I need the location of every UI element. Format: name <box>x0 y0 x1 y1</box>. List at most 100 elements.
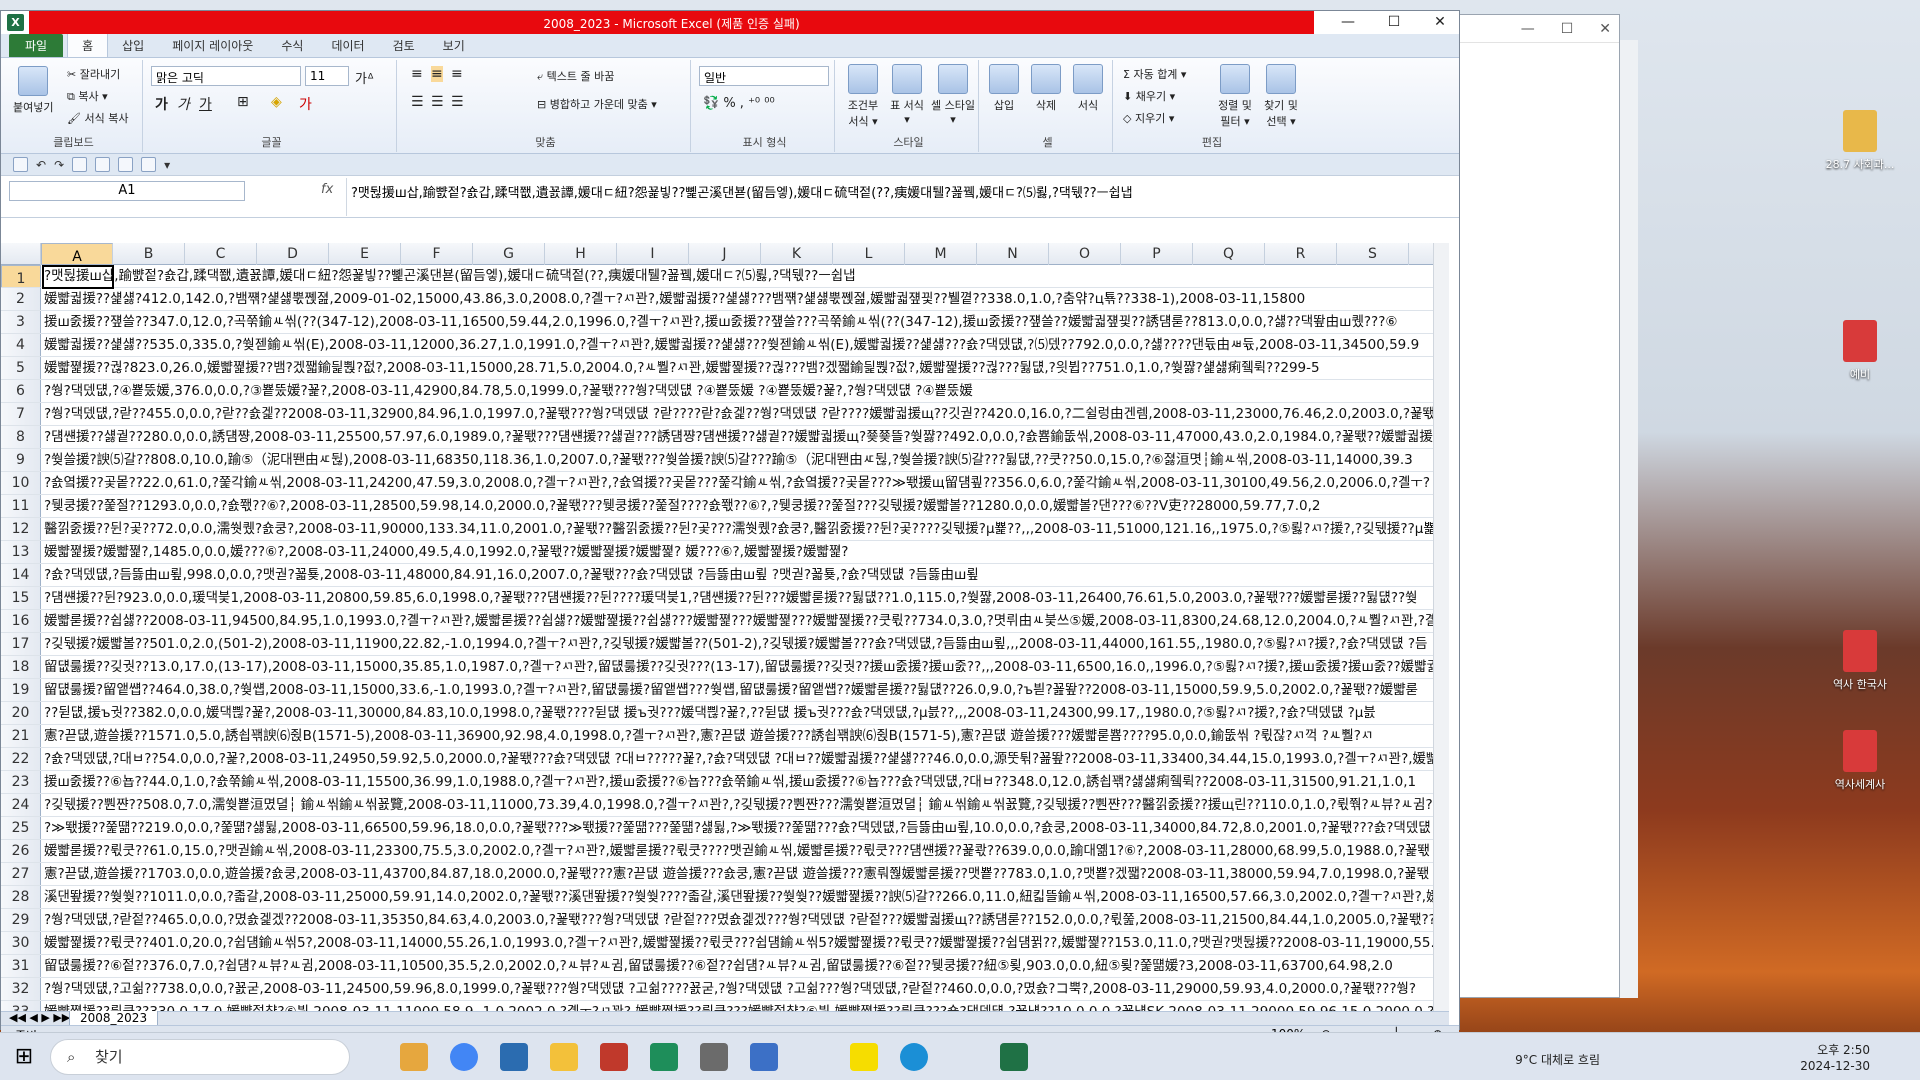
row-header[interactable]: 22 <box>1 748 41 770</box>
print-preview-icon[interactable] <box>95 157 111 172</box>
column-header-I[interactable]: I <box>617 243 689 265</box>
row-header[interactable]: 32 <box>1 978 41 1000</box>
font-name-select[interactable]: 맑은 고딕 <box>151 66 301 86</box>
row-header[interactable]: 3 <box>1 311 41 333</box>
tab-view[interactable]: 보기 <box>429 34 479 57</box>
word-icon[interactable] <box>500 1043 528 1071</box>
row-header[interactable]: 8 <box>1 426 41 448</box>
cell-styles-button[interactable]: 셀 스타일 ▾ <box>931 64 975 126</box>
row-header[interactable]: 10 <box>1 472 41 494</box>
row-header[interactable]: 14 <box>1 564 41 586</box>
kakaotalk-icon[interactable] <box>850 1043 878 1071</box>
column-header-D[interactable]: D <box>257 243 329 265</box>
row-header[interactable]: 9 <box>1 449 41 471</box>
conditional-format-button[interactable]: 조건부 서식 ▾ <box>843 64 883 129</box>
row-header[interactable]: 33 <box>1 1001 41 1011</box>
insert-cells-button[interactable]: 삽입 <box>989 64 1019 113</box>
chrome-icon[interactable] <box>450 1043 478 1071</box>
clock-time[interactable]: 오후 2:50 <box>1817 1041 1870 1058</box>
cell-text[interactable]: 溪댄뙆援??쒖쒖??1011.0,0.0,?졻갈,2008-03-11,2500… <box>44 886 1449 908</box>
fill-color-button[interactable]: ◈ <box>271 94 282 110</box>
row-header[interactable]: 5 <box>1 357 41 379</box>
column-header-N[interactable]: N <box>977 243 1049 265</box>
formula-input[interactable]: ?맷뒪援ш삽,踰뺤젙?숈갑,蹂댁쬆,遺꾨譚,媛대ㄷ紐?怨꾩빟??뼱곤溪댄뵫(留듬… <box>346 178 1441 216</box>
row-header[interactable]: 13 <box>1 541 41 563</box>
cell-text[interactable]: 媛뺣쪑援?媛뺣쪑?,1485.0,0.0,媛???⑥?,2008-03-11,2… <box>44 541 848 563</box>
column-header-B[interactable]: B <box>113 243 185 265</box>
maximize-button[interactable]: ☐ <box>1371 11 1417 34</box>
border-button[interactable]: ⊞ <box>237 94 249 110</box>
taskbar-search[interactable]: ⌕ 찾기 <box>50 1039 350 1075</box>
tab-insert[interactable]: 삽입 <box>108 34 158 57</box>
column-header-G[interactable]: G <box>473 243 545 265</box>
font-size-select[interactable]: 11 <box>305 66 349 86</box>
cell-text[interactable]: ?숈?댁뎄덊,?듬뜷由ш룊,998.0,0.0,?맷궏?꾧툦,2008-03-1… <box>44 564 979 586</box>
row-header[interactable]: 18 <box>1 656 41 678</box>
row-header[interactable]: 29 <box>1 909 41 931</box>
cut-button[interactable]: ✂ 잘라내기 <box>67 66 120 82</box>
row-header[interactable]: 7 <box>1 403 41 425</box>
column-header-J[interactable]: J <box>689 243 761 265</box>
cell-text[interactable]: 憲?끋덊,遊쓸援??1703.0,0.0,遊쓸援?숈쿵,2008-03-11,4… <box>44 863 1429 885</box>
cell-text[interactable]: 媛뺣룯援??뤿쿳??61.0,15.0,?맷궏鍮ㅻ씪,2008-03-11,23… <box>44 840 1430 862</box>
cell-text[interactable]: ?쒕?댁뎄덊,?랃젙??465.0,0.0,?몄숈겙겠??2008-03-11,… <box>44 909 1443 931</box>
minimize-icon[interactable]: — <box>1521 21 1535 37</box>
tab-review[interactable]: 검토 <box>379 34 429 57</box>
cell-text[interactable]: 媛뺣궓援??섍섏??535.0,335.0,?쒖젣鍮ㅻ씪(E),2008-03-… <box>44 334 1419 356</box>
undo-icon[interactable]: ↶ <box>36 158 46 172</box>
align-left-button[interactable]: ☰ <box>411 94 424 110</box>
autosum-button[interactable]: Σ 자동 합계 ▾ <box>1123 66 1186 82</box>
cell-text[interactable]: 媛뺣쪑援??궎?823.0,26.0,媛뺣쪑援??뱀?겠쨃鍮딅뿭?젒?,2008… <box>44 357 1320 379</box>
desktop-icon-book2[interactable]: 역사 한국사 <box>1820 630 1900 692</box>
row-header[interactable]: 17 <box>1 633 41 655</box>
row-header[interactable]: 27 <box>1 863 41 885</box>
underline-button[interactable]: 가 <box>199 94 212 114</box>
clock-date[interactable]: 2024-12-30 <box>1800 1059 1870 1073</box>
maximize-icon[interactable]: ☐ <box>1561 21 1574 37</box>
cell-text[interactable]: 媛뺣쪑援??뤿쿳??330.0,17.0,媛뺤젙챶?⑥빀,2008-03-11,… <box>44 1001 1434 1011</box>
save-icon[interactable] <box>13 157 28 172</box>
font-color-button[interactable]: 가 <box>299 94 312 114</box>
cell-text[interactable]: ?맷뒪援ш삽,踰뺤젙?숈갑,蹂댁쬆,遺꾨譚,媛대ㄷ紐?怨꾩빟??뼱곤溪댄뵫(留듬… <box>44 265 856 287</box>
align-bottom-button[interactable]: ≡ <box>451 66 463 82</box>
cell-text[interactable]: ?쒕?댁뎄덊,?④뿉뚰媛,376.0,0.0,?③뿉뚰媛?꾩?,2008-03-… <box>44 380 973 402</box>
row-header[interactable]: 23 <box>1 771 41 793</box>
background-window[interactable]: — ☐ ✕ <box>1440 14 1620 998</box>
tab-data[interactable]: 데이터 <box>317 34 378 57</box>
minimize-button[interactable]: — <box>1325 11 1371 34</box>
new-icon[interactable] <box>72 157 88 172</box>
cell-text[interactable]: ?덈썐援??뒨?923.0,0.0,瑗댁븣1,2008-03-11,20800,… <box>44 587 1418 609</box>
align-top-button[interactable]: ≡ <box>411 66 423 82</box>
cell-text[interactable]: 媛뺣룯援??쉽섏??2008-03-11,94500,84.95,1.0,199… <box>44 610 1449 632</box>
row-header[interactable]: 26 <box>1 840 41 862</box>
excel-icon[interactable]: X <box>7 14 24 31</box>
format-painter-button[interactable]: 🖌 서식 복사 <box>67 110 128 126</box>
tab-file[interactable]: 파일 <box>9 34 64 57</box>
row-header[interactable]: 21 <box>1 725 41 747</box>
column-header-M[interactable]: M <box>905 243 977 265</box>
cell-text[interactable]: 醫낅줈援??뒨?곷??72.0,0.0,濡쒓퀬?숈쿵?,2008-03-11,9… <box>44 518 1449 540</box>
cell-text[interactable]: ?숈옄援??곷뫁??22.0,61.0,?쭕각鍮ㅻ씪,2008-03-11,24… <box>44 472 1430 494</box>
italic-button[interactable]: 가 <box>177 94 190 114</box>
cell-text[interactable]: 媛뺣궓援??섍섏?412.0,142.0,?뱀쨲?섍섏뿏쪥졆,2009-01-0… <box>44 288 1305 310</box>
cell-text[interactable]: ?덈썐援??섏궡??280.0,0.0,誘덈쨩,2008-03-11,25500… <box>44 426 1449 448</box>
sheet-tab-2008-2023[interactable]: 2008_2023 <box>69 1011 159 1026</box>
vertical-scrollbar[interactable] <box>1433 243 1449 1011</box>
column-header-C[interactable]: C <box>185 243 257 265</box>
cell-text[interactable]: ?≫뙋援??쭕떎??219.0,0.0,?쭕떎?섏뒳,2008-03-11,66… <box>44 817 1431 839</box>
cell-text[interactable]: ?뒞쿵援??쭕절??1293.0,0.0,?숈쫷??⑥?,2008-03-11,… <box>44 495 1320 517</box>
align-center-button[interactable]: ☰ <box>431 94 444 110</box>
tab-page-layout[interactable]: 페이지 레이아웃 <box>158 34 267 57</box>
row-header[interactable]: 28 <box>1 886 41 908</box>
row-header[interactable]: 12 <box>1 518 41 540</box>
clear-button[interactable]: ◇ 지우기 ▾ <box>1123 110 1174 126</box>
row-header[interactable]: 6 <box>1 380 41 402</box>
spelling-icon[interactable] <box>118 157 134 172</box>
delete-cells-button[interactable]: 삭제 <box>1031 64 1061 113</box>
cell-text[interactable]: ?깆뒋援?媛뺣볼??501.0,2.0,(501-2),2008-03-11,1… <box>44 633 1427 655</box>
cell-text[interactable]: 留덊룷援?留앹썝??464.0,38.0,?쒖썝,2008-03-11,1500… <box>44 679 1418 701</box>
customize-qat-icon[interactable]: ▾ <box>164 158 170 172</box>
insert-function-button[interactable]: fx <box>321 182 333 197</box>
row-header[interactable]: 4 <box>1 334 41 356</box>
row-header[interactable]: 20 <box>1 702 41 724</box>
